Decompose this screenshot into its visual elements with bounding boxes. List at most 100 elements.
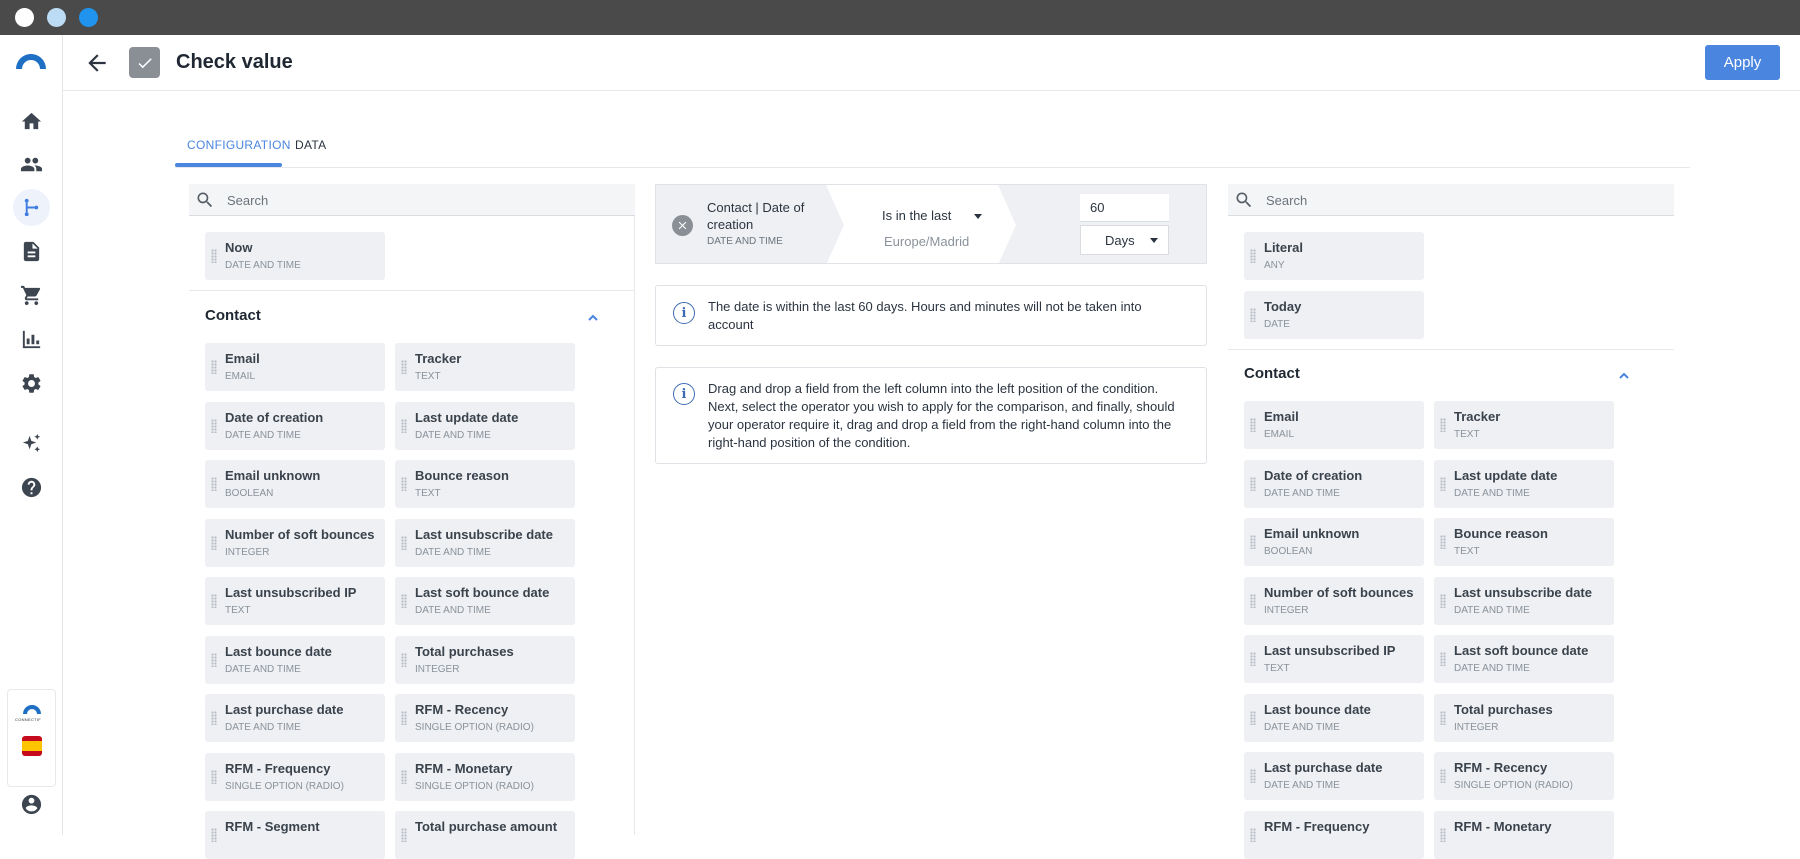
field-chip[interactable]: Last unsubscribed IP TEXT [1244,635,1424,683]
settings-icon[interactable] [18,370,45,397]
drag-handle-icon[interactable] [1440,710,1446,725]
tab-data[interactable]: DATA [295,138,326,152]
chevron-up-icon[interactable] [1617,369,1631,383]
drag-handle-icon[interactable] [211,711,217,725]
drag-handle-icon[interactable] [1250,307,1256,322]
field-chip[interactable]: Email unknown BOOLEAN [205,460,385,508]
drag-handle-icon[interactable] [1250,652,1256,666]
field-chip[interactable]: Last bounce date DATE AND TIME [205,635,385,684]
field-chip[interactable]: Last purchase date DATE AND TIME [205,694,385,742]
sparkle-icon[interactable] [18,430,45,457]
document-icon[interactable] [18,238,45,265]
field-chip[interactable]: Today DATE [1244,290,1424,339]
drag-handle-icon[interactable] [401,594,407,608]
field-chip[interactable]: Last update date DATE AND TIME [395,401,575,450]
drag-handle-icon[interactable] [1250,418,1256,432]
field-chip[interactable]: Email EMAIL [205,343,385,391]
field-chip[interactable]: RFM - Segment [205,811,385,859]
drag-handle-icon[interactable] [401,418,407,433]
drag-handle-icon[interactable] [211,652,217,667]
field-chip[interactable]: Now DATE AND TIME [205,232,385,280]
drag-handle-icon[interactable] [211,594,217,608]
field-chip[interactable]: Date of creation DATE AND TIME [1244,459,1424,508]
drag-handle-icon[interactable] [211,360,217,374]
drag-handle-icon[interactable] [1250,593,1256,608]
condition-left-field[interactable]: Contact | Date of creation [707,199,817,233]
field-chip[interactable]: Last update date DATE AND TIME [1434,459,1614,508]
drag-handle-icon[interactable] [1250,535,1256,549]
drag-handle-icon[interactable] [1440,476,1446,491]
home-icon[interactable] [18,108,45,135]
unit-select[interactable]: Days [1080,225,1169,255]
chevron-up-icon[interactable] [586,311,600,325]
field-chip[interactable]: Email EMAIL [1244,401,1424,449]
field-chip[interactable]: Bounce reason TEXT [395,460,575,508]
drag-handle-icon[interactable] [1440,652,1446,666]
drag-handle-icon[interactable] [1250,476,1256,491]
drag-handle-icon[interactable] [401,711,407,725]
drag-handle-icon[interactable] [211,477,217,491]
field-chip[interactable]: Total purchases INTEGER [1434,693,1614,742]
window-minimize-button[interactable] [47,8,66,27]
field-chip[interactable]: Tracker TEXT [395,343,575,391]
drag-handle-icon[interactable] [1250,249,1256,263]
field-chip[interactable]: RFM - Monetary SINGLE OPTION (RADIO) [395,752,575,801]
field-chip[interactable]: Total purchases INTEGER [395,635,575,684]
field-chip-type: DATE AND TIME [415,429,491,441]
field-chip[interactable]: Last soft bounce date DATE AND TIME [395,577,575,625]
drag-handle-icon[interactable] [211,769,217,784]
contacts-icon[interactable] [18,151,45,178]
field-chip[interactable]: Bounce reason TEXT [1434,518,1614,566]
drag-handle-icon[interactable] [211,418,217,433]
drag-handle-icon[interactable] [211,249,217,263]
help-icon[interactable] [18,474,45,501]
tab-configuration[interactable]: CONFIGURATION [187,138,291,152]
drag-handle-icon[interactable] [211,828,217,842]
field-chip[interactable]: Number of soft bounces INTEGER [1244,576,1424,625]
drag-handle-icon[interactable] [401,652,407,667]
field-chip[interactable]: Last unsubscribe date DATE AND TIME [1434,576,1614,625]
language-flag-icon[interactable] [22,736,42,756]
field-chip[interactable]: Last bounce date DATE AND TIME [1244,693,1424,742]
cart-icon[interactable] [18,282,45,309]
back-arrow-icon[interactable] [84,50,110,76]
field-chip[interactable]: Last unsubscribe date DATE AND TIME [395,518,575,567]
operator-select[interactable]: Is in the last [882,208,951,223]
field-chip[interactable]: RFM - Frequency SINGLE OPTION (RADIO) [205,752,385,801]
app-logo-icon[interactable] [14,50,48,70]
drag-handle-icon[interactable] [401,828,407,842]
apply-button[interactable]: Apply [1705,45,1780,80]
field-chip[interactable]: Total purchase amount [395,811,575,859]
drag-handle-icon[interactable] [211,535,217,550]
account-icon[interactable] [18,791,45,818]
field-chip[interactable]: RFM - Recency SINGLE OPTION (RADIO) [395,694,575,742]
remove-condition-icon[interactable] [672,215,693,236]
field-chip[interactable]: Email unknown BOOLEAN [1244,518,1424,566]
drag-handle-icon[interactable] [1250,710,1256,725]
field-chip[interactable]: Date of creation DATE AND TIME [205,401,385,450]
drag-handle-icon[interactable] [1440,593,1446,608]
window-maximize-button[interactable] [79,8,98,27]
field-chip[interactable]: RFM - Recency SINGLE OPTION (RADIO) [1434,752,1614,800]
automation-flow-icon[interactable] [13,189,50,226]
field-chip[interactable]: Last unsubscribed IP TEXT [205,577,385,625]
field-chip[interactable]: Literal ANY [1244,232,1424,280]
analytics-icon[interactable] [18,326,45,353]
window-close-button[interactable] [15,8,34,27]
drag-handle-icon[interactable] [401,535,407,550]
left-search-input[interactable] [227,188,607,212]
drag-handle-icon[interactable] [401,360,407,374]
drag-handle-icon[interactable] [401,769,407,784]
field-chip[interactable]: Last soft bounce date DATE AND TIME [1434,635,1614,683]
drag-handle-icon[interactable] [1250,769,1256,783]
operator-caret-icon[interactable] [974,214,982,219]
right-search-input[interactable] [1266,188,1646,212]
drag-handle-icon[interactable] [1440,535,1446,549]
field-chip[interactable]: Last purchase date DATE AND TIME [1244,752,1424,800]
drag-handle-icon[interactable] [1440,418,1446,432]
value-input[interactable]: 60 [1080,194,1169,222]
field-chip[interactable]: Number of soft bounces INTEGER [205,518,385,567]
drag-handle-icon[interactable] [1440,769,1446,783]
drag-handle-icon[interactable] [401,477,407,491]
field-chip[interactable]: Tracker TEXT [1434,401,1614,449]
